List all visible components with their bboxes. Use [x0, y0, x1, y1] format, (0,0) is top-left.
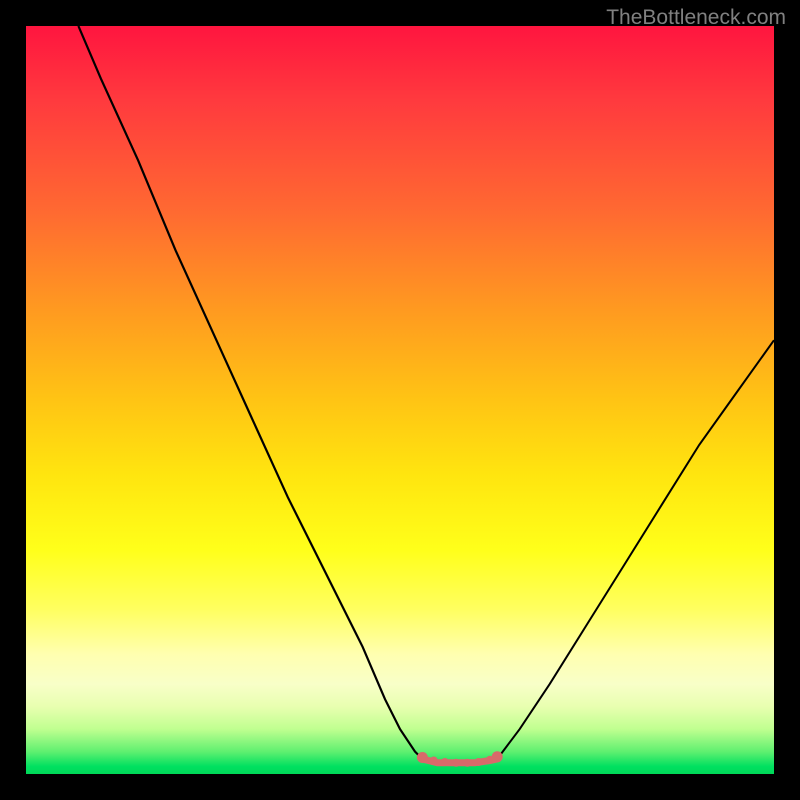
watermark-text: TheBottleneck.com: [606, 6, 786, 30]
curve-right: [497, 340, 774, 759]
bottom-dot: [417, 752, 428, 763]
bottom-dot: [452, 759, 460, 767]
bottom-dot: [441, 758, 449, 766]
bottom-dot: [492, 751, 503, 762]
bottom-dot: [475, 758, 483, 766]
plot-area: [26, 26, 774, 774]
bottom-dot: [463, 759, 471, 767]
bottom-dot: [430, 757, 438, 765]
curve-left: [78, 26, 422, 759]
chart-svg: [26, 26, 774, 774]
